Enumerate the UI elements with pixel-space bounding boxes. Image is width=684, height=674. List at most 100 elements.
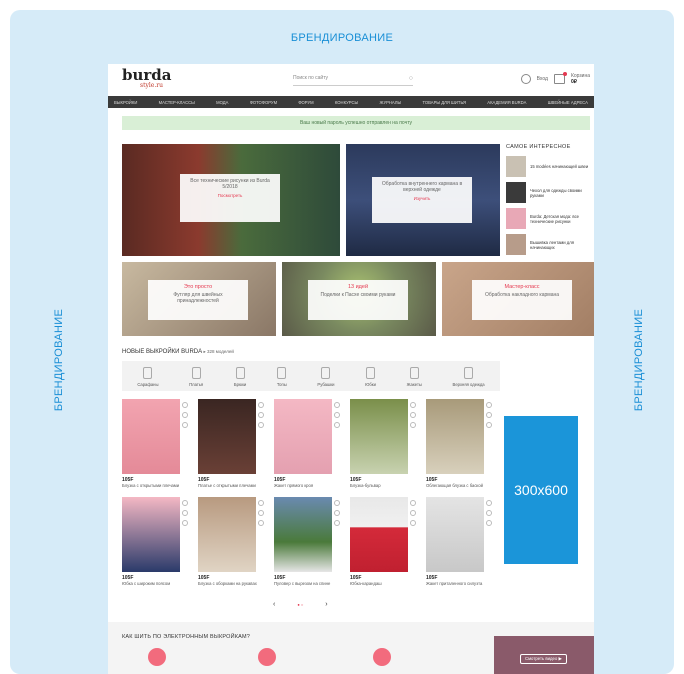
cart-add-icon[interactable] [182, 510, 188, 516]
category-item[interactable]: Жакеты [407, 367, 422, 387]
nav-item[interactable]: ФОРУМ [298, 100, 313, 105]
product-name[interactable]: Юбка с широким поясом [122, 581, 192, 586]
nav-item[interactable]: КОНКУРСЫ [335, 100, 358, 105]
share-icon[interactable] [410, 520, 416, 526]
product-name[interactable]: Блузка с открытыми плечами [122, 483, 192, 488]
cart-add-icon[interactable] [334, 412, 340, 418]
favorite-icon[interactable] [182, 500, 188, 506]
logo[interactable]: burda style.ru [122, 68, 172, 89]
product-image[interactable] [426, 497, 484, 572]
cart-icon[interactable] [553, 72, 567, 84]
product-card[interactable]: 105F Облегающая блузка с баской [426, 399, 496, 488]
product-image[interactable] [350, 399, 408, 474]
user-icon[interactable] [520, 74, 531, 84]
product-image[interactable] [274, 497, 332, 572]
nav-item[interactable]: ФОТОФОРУМ [250, 100, 277, 105]
product-card[interactable]: 105F Блузка с оборками на рукавах [198, 497, 268, 586]
product-name[interactable]: Облегающая блузка с баской [426, 483, 496, 488]
print-icon[interactable] [258, 648, 276, 666]
product-card[interactable]: 105F Юбка-карандаш [350, 497, 420, 586]
favorite-icon[interactable] [258, 500, 264, 506]
product-image[interactable] [198, 399, 256, 474]
product-card[interactable]: 105F Платье с открытыми плечами [198, 399, 268, 488]
hero-tile[interactable]: Обработка внутреннего кармана в верхней … [346, 144, 500, 256]
favorite-icon[interactable] [486, 500, 492, 506]
favorite-icon[interactable] [182, 402, 188, 408]
video-thumbnail[interactable]: Смотреть видео ▶ [494, 636, 594, 674]
product-image[interactable] [198, 497, 256, 572]
product-name[interactable]: Юбка-карандаш [350, 581, 420, 586]
share-icon[interactable] [486, 422, 492, 428]
hero-tile[interactable]: 13 идей Поделки к Пасхе своими руками [282, 262, 436, 336]
product-name[interactable]: Пуловер с вырезом на спине [274, 581, 344, 586]
product-card[interactable]: 105F Жакет прямого кроя [274, 399, 344, 488]
nav-item[interactable]: ВЫКРОЙКИ [114, 100, 137, 105]
product-image[interactable] [350, 497, 408, 572]
product-card[interactable]: 105F Блузка-бульвар [350, 399, 420, 488]
cart-add-icon[interactable] [258, 412, 264, 418]
product-image[interactable] [122, 497, 180, 572]
share-icon[interactable] [182, 422, 188, 428]
product-card[interactable]: 105F Юбка с широким поясом [122, 497, 192, 586]
cart-add-icon[interactable] [486, 510, 492, 516]
share-icon[interactable] [486, 520, 492, 526]
login-link[interactable]: Вход [537, 76, 548, 82]
favorite-icon[interactable] [334, 500, 340, 506]
category-item[interactable]: Сарафаны [137, 367, 158, 387]
sidebar-item[interactable]: Burda: Детская мода: все технические рис… [506, 208, 594, 229]
product-name[interactable]: Жакет прямого кроя [274, 483, 344, 488]
nav-item[interactable]: ШВЕЙНЫЕ АДРЕСА [548, 100, 588, 105]
cart-add-icon[interactable] [258, 510, 264, 516]
ad-placeholder[interactable]: 300x600 [504, 416, 578, 564]
cart-add-icon[interactable] [486, 412, 492, 418]
next-page-button[interactable]: › [325, 601, 327, 608]
product-image[interactable] [122, 399, 180, 474]
share-icon[interactable] [258, 422, 264, 428]
nav-item[interactable]: МАСТЕР-КЛАССЫ [159, 100, 195, 105]
category-item[interactable]: Топы [277, 367, 287, 387]
page-dots[interactable]: ● ○ [297, 602, 303, 607]
cart-add-icon[interactable] [334, 510, 340, 516]
category-item[interactable]: Верхняя одежда [453, 367, 485, 387]
cart-add-icon[interactable] [410, 412, 416, 418]
search-input[interactable]: Поиск по сайту ○ [293, 75, 413, 86]
favorite-icon[interactable] [486, 402, 492, 408]
category-item[interactable]: Рубашки [317, 367, 335, 387]
sidebar-item[interactable]: 15 modées начинающей швеи [506, 156, 594, 177]
share-icon[interactable] [258, 520, 264, 526]
sidebar-item[interactable]: Чехол для одежды своими руками [506, 182, 594, 203]
products-count[interactable]: ▸ 328 моделей [203, 349, 233, 354]
sidebar-item[interactable]: Вышивка лентами для начинающих [506, 234, 594, 255]
product-card[interactable]: 105F Жакет приталенного силуэта [426, 497, 496, 586]
hero-cta[interactable]: Изучить [376, 196, 468, 201]
share-icon[interactable] [334, 520, 340, 526]
product-name[interactable]: Блузка с оборками на рукавах [198, 581, 268, 586]
watch-video-button[interactable]: Смотреть видео ▶ [520, 654, 567, 664]
category-item[interactable]: Брюки [234, 367, 246, 387]
share-icon[interactable] [334, 422, 340, 428]
favorite-icon[interactable] [410, 500, 416, 506]
product-name[interactable]: Платье с открытыми плечами [198, 483, 268, 488]
download-icon[interactable] [148, 648, 166, 666]
cart-add-icon[interactable] [182, 412, 188, 418]
prev-page-button[interactable]: ‹ [273, 601, 275, 608]
hero-cta[interactable]: Посмотреть [184, 193, 276, 198]
share-icon[interactable] [182, 520, 188, 526]
product-image[interactable] [426, 399, 484, 474]
nav-item[interactable]: ТОВАРЫ ДЛЯ ШИТЬЯ [423, 100, 467, 105]
product-card[interactable]: 105F Пуловер с вырезом на спине [274, 497, 344, 586]
product-name[interactable]: Жакет приталенного силуэта [426, 581, 496, 586]
nav-item[interactable]: АКАДЕМИЯ BURDA [487, 100, 526, 105]
favorite-icon[interactable] [334, 402, 340, 408]
nav-item[interactable]: МОДА [216, 100, 228, 105]
product-image[interactable] [274, 399, 332, 474]
product-name[interactable]: Блузка-бульвар [350, 483, 420, 488]
hero-tile[interactable]: Все технические рисунки из Burda 5/2018 … [122, 144, 340, 256]
cart-add-icon[interactable] [410, 510, 416, 516]
product-card[interactable]: 105F Блузка с открытыми плечами [122, 399, 192, 488]
search-icon[interactable]: ○ [409, 75, 413, 82]
category-item[interactable]: Платья [189, 367, 203, 387]
cut-icon[interactable] [373, 648, 391, 666]
category-item[interactable]: Юбки [365, 367, 376, 387]
favorite-icon[interactable] [258, 402, 264, 408]
